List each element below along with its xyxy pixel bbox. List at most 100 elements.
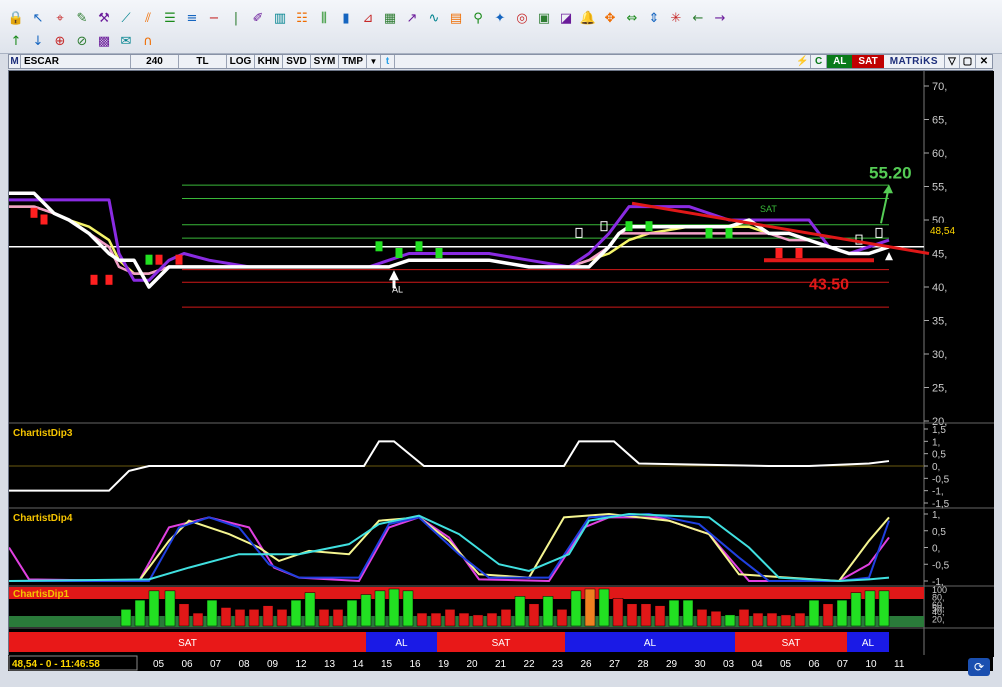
expand-icon[interactable]: ⇔ bbox=[622, 8, 642, 28]
panel-dip3-title: ChartistDip3 bbox=[13, 428, 73, 439]
table-icon[interactable]: ▤ bbox=[446, 8, 466, 28]
updown-icon[interactable]: ⇕ bbox=[644, 8, 664, 28]
y-tick-label: 25, bbox=[932, 383, 947, 395]
lock-icon[interactable]: 🔒 bbox=[6, 8, 26, 28]
chart-canvas[interactable]: 70,65,60,55,50,45,40,35,30,25,20,48,5455… bbox=[8, 71, 994, 657]
arrow-up-icon[interactable]: ↑ bbox=[6, 31, 26, 51]
log-button[interactable]: LOG bbox=[227, 55, 255, 68]
brush-icon[interactable]: ✐ bbox=[248, 8, 268, 28]
buy-button[interactable]: AL bbox=[827, 55, 853, 68]
cycle-icon[interactable]: ◎ bbox=[512, 8, 532, 28]
candle bbox=[175, 254, 183, 265]
symbol-field[interactable]: ESCAR bbox=[21, 55, 131, 68]
dip4-tick-label: 1, bbox=[932, 510, 940, 521]
dip1-bar bbox=[458, 612, 470, 627]
dip1-bar bbox=[808, 599, 820, 627]
restore-icon[interactable]: ▢ bbox=[960, 55, 976, 68]
symbol-bar: M ESCAR 240 TL LOG KHN SVD SYM TMP ▼ t ⚡… bbox=[8, 54, 993, 69]
y-tick-label: 45, bbox=[932, 249, 947, 261]
dropdown-icon[interactable]: ▼ bbox=[367, 55, 381, 68]
minimize-icon[interactable]: ▽ bbox=[944, 55, 960, 68]
close-icon[interactable]: ✕ bbox=[976, 55, 992, 68]
bell-icon[interactable]: 🔔 bbox=[578, 8, 598, 28]
dip1-bar bbox=[430, 612, 442, 627]
tools-icon[interactable]: ⚒ bbox=[94, 8, 114, 28]
crossarrows-icon[interactable]: ✥ bbox=[600, 8, 620, 28]
twitter-icon[interactable]: t bbox=[381, 55, 395, 68]
dip3-tick-label: 1, bbox=[932, 437, 940, 448]
dip1-bar bbox=[178, 603, 190, 627]
magnet2-icon[interactable]: ∩ bbox=[138, 31, 158, 51]
chart-area[interactable]: 70, 65, 60, 55, 50, 45, 40, 35, 30, 25, 20, 48,54 55… bbox=[8, 70, 994, 657]
dip1-bar bbox=[318, 609, 330, 627]
dip1-bar bbox=[262, 605, 274, 627]
right-icon[interactable]: → bbox=[710, 8, 730, 28]
pointer-icon[interactable]: ↖ bbox=[28, 8, 48, 28]
candle bbox=[375, 241, 383, 252]
date-tick-label: 14 bbox=[353, 659, 365, 670]
gann-icon[interactable]: ⊿ bbox=[358, 8, 378, 28]
dip1-bar bbox=[360, 594, 372, 627]
arrow-icon[interactable]: ↗ bbox=[402, 8, 422, 28]
candle bbox=[30, 207, 38, 218]
reset-icon[interactable]: ⊘ bbox=[72, 31, 92, 51]
candle-icon[interactable]: ▮ bbox=[336, 8, 356, 28]
dip1-bar bbox=[654, 605, 666, 627]
minus-icon[interactable]: − bbox=[204, 8, 224, 28]
dip3-tick-label: 1,5 bbox=[932, 425, 946, 436]
wave-icon[interactable]: ∿ bbox=[424, 8, 444, 28]
dip1-bar bbox=[290, 599, 302, 627]
dip1-bar bbox=[206, 599, 218, 627]
panel-dip4-title: ChartistDip4 bbox=[13, 513, 73, 524]
khn-button[interactable]: KHN bbox=[255, 55, 283, 68]
fib-icon[interactable]: ☷ bbox=[292, 8, 312, 28]
arrow-down-icon[interactable]: ↓ bbox=[28, 31, 48, 51]
refresh-icon[interactable]: C bbox=[811, 55, 828, 68]
image-icon[interactable]: ▩ bbox=[94, 31, 114, 51]
candle bbox=[625, 221, 633, 232]
brand-logo: MATRiKS bbox=[889, 56, 938, 67]
mail-icon[interactable]: ✉ bbox=[116, 31, 136, 51]
lightning-icon[interactable]: ⚡ bbox=[795, 55, 812, 68]
status-bar: 48,54 - 0 - 11:46:58 05 06 07 08 09 12 13 14 15 16… bbox=[8, 655, 993, 671]
menu-m-label[interactable]: M bbox=[9, 55, 21, 68]
crosshair-icon[interactable]: ⌖ bbox=[50, 8, 70, 28]
currency-field[interactable]: TL bbox=[179, 55, 227, 68]
layout2-icon[interactable]: ◪ bbox=[556, 8, 576, 28]
pencil-icon[interactable]: ✎ bbox=[72, 8, 92, 28]
star-icon[interactable]: ✦ bbox=[490, 8, 510, 28]
vline-icon[interactable]: | bbox=[226, 8, 246, 28]
pattern-icon[interactable]: ▥ bbox=[270, 8, 290, 28]
left-icon[interactable]: ← bbox=[688, 8, 708, 28]
hline-icon[interactable]: ☰ bbox=[160, 8, 180, 28]
magnet-icon[interactable]: ⚲ bbox=[468, 8, 488, 28]
candle bbox=[90, 274, 98, 285]
dip3-tick-label: 0, bbox=[932, 462, 940, 473]
sell-button[interactable]: SAT bbox=[852, 55, 884, 68]
date-tick-label: 06 bbox=[182, 659, 194, 670]
sync-icon[interactable]: ⟳ bbox=[968, 658, 990, 676]
date-tick-label: 07 bbox=[837, 659, 849, 670]
dip1-bar bbox=[514, 596, 526, 627]
date-tick-label: 07 bbox=[210, 659, 222, 670]
tmp-button[interactable]: TMP bbox=[339, 55, 367, 68]
channel-icon[interactable]: ⫽ bbox=[138, 8, 158, 28]
candle bbox=[40, 214, 48, 225]
date-tick-label: 29 bbox=[666, 659, 678, 670]
trendline-icon[interactable]: ⟋ bbox=[116, 8, 136, 28]
y-tick-label: 65, bbox=[932, 115, 947, 127]
layout-icon[interactable]: ▣ bbox=[534, 8, 554, 28]
svd-button[interactable]: SVD bbox=[283, 55, 311, 68]
dip1-bar bbox=[388, 588, 400, 627]
dot-icon[interactable]: ✳ bbox=[666, 8, 686, 28]
date-tick-label: 16 bbox=[410, 659, 422, 670]
sat-marker-label: SAT bbox=[760, 204, 777, 214]
sym-button[interactable]: SYM bbox=[311, 55, 339, 68]
period-field[interactable]: 240 bbox=[131, 55, 179, 68]
hline2-icon[interactable]: ≡ bbox=[182, 8, 202, 28]
chart-icon[interactable]: ⫼ bbox=[314, 8, 334, 28]
grid-icon[interactable]: ▦ bbox=[380, 8, 400, 28]
signal-label: AL bbox=[644, 638, 657, 649]
signal-label: AL bbox=[395, 638, 408, 649]
zoom-icon[interactable]: ⊕ bbox=[50, 31, 70, 51]
